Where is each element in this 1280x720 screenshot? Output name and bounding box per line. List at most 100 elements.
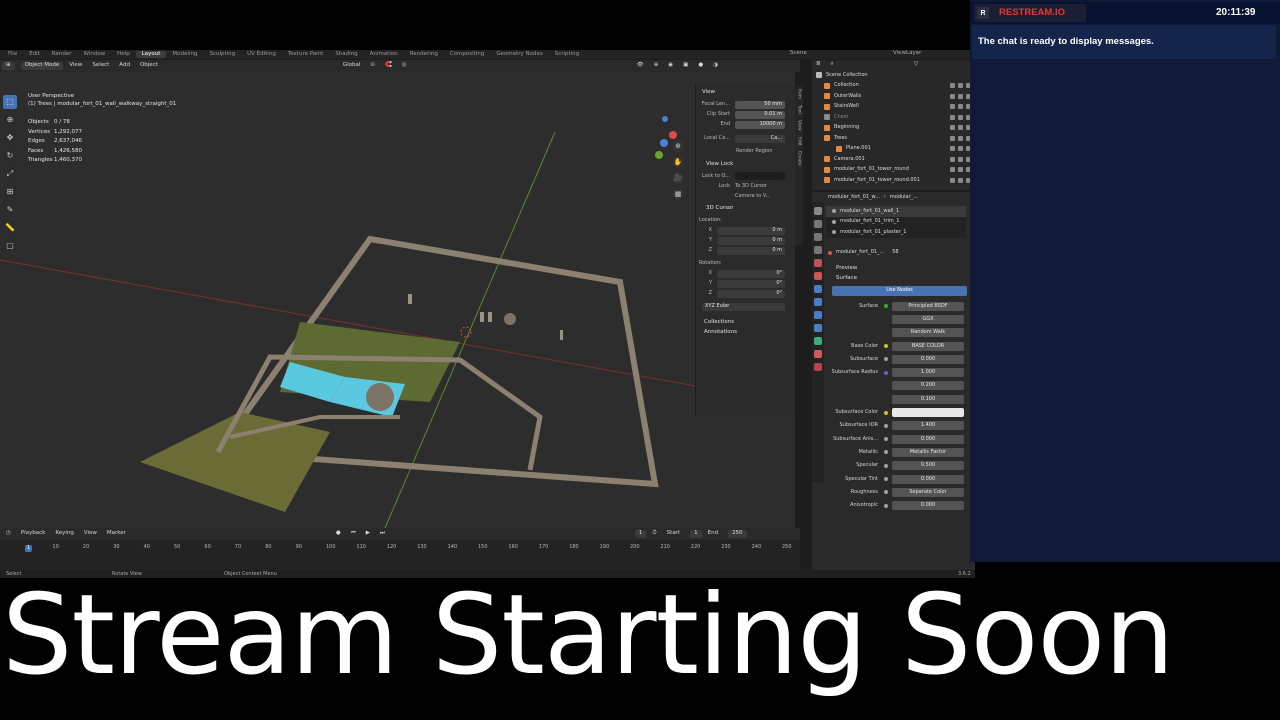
property-value-field[interactable]: BASE COLOR [892, 341, 964, 351]
property-value-field[interactable]: 0.100 [892, 394, 964, 404]
measure-tool-icon[interactable]: 📏 [3, 221, 17, 235]
menu-view[interactable]: View [69, 63, 82, 69]
scale-tool-icon[interactable]: ⤢ [3, 167, 17, 181]
timeline-ruler[interactable]: 1 10 20 30 40 50 60 70 80 90 100 110 120 130 140 150 160… [10, 543, 792, 553]
material-tab-icon[interactable] [814, 350, 822, 358]
workspace-tab[interactable]: Rendering [404, 51, 444, 59]
mode-dropdown[interactable]: Object Mode [20, 62, 64, 70]
start-frame-field[interactable]: 1 [690, 530, 702, 538]
particles-tab-icon[interactable] [814, 311, 822, 319]
outliner-item[interactable]: modular_fort_01_tower_round [812, 165, 975, 176]
tool-tab-icon[interactable] [814, 207, 822, 215]
property-value-field[interactable]: 0.000 [892, 501, 964, 511]
visibility-toggles[interactable] [950, 135, 971, 141]
visibility-toggles[interactable] [950, 156, 971, 162]
property-value-field[interactable]: 0.500 [892, 461, 964, 471]
timeline-editor-icon[interactable]: ◷ [6, 531, 11, 537]
view-layer-tab-icon[interactable] [814, 246, 822, 254]
record-icon[interactable]: ● [336, 531, 341, 537]
property-value-field[interactable]: Separate Color [892, 487, 964, 497]
sidebar-tab[interactable]: Tool [796, 105, 802, 114]
outliner-item[interactable]: StairsWell [812, 102, 975, 113]
lock-object-field[interactable] [735, 172, 785, 180]
property-value-field[interactable] [892, 408, 964, 418]
property-value-field[interactable]: 1.400 [892, 421, 964, 431]
material-slot[interactable]: modular_fort_01_plaster_1 [826, 227, 966, 238]
editor-type-button[interactable]: ⊞ [2, 62, 15, 70]
modifier-tab-icon[interactable] [814, 298, 822, 306]
select-tool-icon[interactable]: ⬚ [3, 95, 17, 109]
workspace-tab[interactable]: Geometry Nodes [490, 51, 548, 59]
visibility-toggles[interactable] [950, 167, 971, 173]
property-value-field[interactable]: Principled BSDF [892, 301, 964, 311]
jump-start-icon[interactable]: ⏮ [351, 531, 356, 537]
workspace-tab[interactable]: Window [77, 51, 111, 59]
texture-tab-icon[interactable] [814, 363, 822, 371]
gizmo-icon[interactable]: ⊕ [654, 63, 659, 69]
rotate-tool-icon[interactable]: ↻ [3, 149, 17, 163]
shading-solid-icon[interactable]: ● [698, 63, 703, 69]
local-camera-field[interactable]: Ca... [735, 134, 785, 143]
physics-tab-icon[interactable] [814, 324, 822, 332]
zoom-icon[interactable]: ⊕ [672, 140, 684, 152]
outliner-item[interactable]: Chest [812, 112, 975, 123]
workspace-tab[interactable]: Modeling [166, 51, 203, 59]
add-cube-tool-icon[interactable]: ▢ [3, 239, 17, 253]
data-tab-icon[interactable] [814, 337, 822, 345]
material-name-field[interactable]: modular_fort_01_... [836, 250, 884, 255]
menu-add[interactable]: Add [119, 63, 130, 69]
scene-selector[interactable]: Scene [790, 50, 807, 57]
workspace-tab[interactable]: Texture Paint [282, 51, 330, 59]
shading-material-icon[interactable]: ◑ [713, 63, 718, 69]
outliner-editor-icon[interactable]: ≣ [816, 62, 821, 68]
ortho-grid-icon[interactable]: ▦ [672, 188, 684, 200]
play-icon[interactable]: ▶ [366, 531, 370, 537]
sidebar-tab[interactable]: Item [796, 89, 802, 99]
outliner-item[interactable]: Collection [812, 81, 975, 92]
orientation-dropdown[interactable]: Global [343, 63, 361, 69]
3d-cursor-section-title[interactable]: 3D Cursor [706, 205, 795, 212]
workspace-tab[interactable]: File [2, 51, 23, 59]
outliner-item[interactable]: Camera.001 [812, 154, 975, 165]
menu-playback[interactable]: Playback [21, 531, 46, 537]
overlay-icon[interactable]: ◉ [668, 63, 673, 69]
3d-viewport[interactable]: User Perspective (1) Trees | modular_for… [0, 72, 795, 528]
breadcrumb-material[interactable]: modular_... [890, 194, 918, 200]
end-frame-field[interactable]: 250 [728, 530, 747, 538]
visibility-icon[interactable]: 👁 [637, 63, 644, 69]
cursor-tool-icon[interactable]: ⊕ [3, 113, 17, 127]
workspace-tab[interactable]: Help [111, 51, 136, 59]
cursor-rot-field[interactable]: 0° [717, 269, 785, 278]
annotate-tool-icon[interactable]: ✎ [3, 203, 17, 217]
workspace-tab[interactable]: Compositing [444, 51, 490, 59]
lock-to-cursor-checkbox[interactable]: To 3D Cursor [735, 183, 767, 189]
outliner-item[interactable]: Beginning [812, 123, 975, 134]
outliner-search-icon[interactable]: ⌕ [831, 62, 834, 68]
xray-icon[interactable]: ▣ [683, 63, 688, 69]
focal-length-field[interactable]: 50 mm [735, 100, 785, 109]
proportional-edit-icon[interactable]: ◎ [402, 63, 407, 69]
menu-timeline-view[interactable]: View [84, 531, 97, 537]
sidebar-tab[interactable]: Edit [796, 137, 802, 146]
visibility-toggles[interactable] [950, 93, 971, 99]
cursor-rot-field[interactable]: 0° [717, 289, 785, 298]
sidebar-tab[interactable]: View [796, 120, 802, 131]
menu-select[interactable]: Select [92, 63, 109, 69]
workspace-tab[interactable]: Layout [135, 50, 167, 59]
snap-icon[interactable]: 🧲 [385, 63, 392, 69]
menu-keying[interactable]: Keying [55, 531, 73, 537]
jump-end-icon[interactable]: ⏭ [380, 531, 385, 537]
outliner-item[interactable]: Trees [812, 133, 975, 144]
material-slot[interactable]: modular_fort_01_wall_1 [826, 206, 966, 217]
stopwatch-icon[interactable]: ⏱ [652, 531, 656, 537]
scene-tab-icon[interactable] [814, 259, 822, 267]
property-value-field[interactable]: 0.000 [892, 354, 964, 364]
menu-marker[interactable]: Marker [107, 531, 126, 537]
cursor-loc-field[interactable]: 0 m [717, 226, 785, 235]
move-tool-icon[interactable]: ✥ [3, 131, 17, 145]
property-value-field[interactable]: 0.000 [892, 474, 964, 484]
view-section-title[interactable]: View [702, 89, 795, 96]
property-value-field[interactable]: 0.200 [892, 381, 964, 391]
annotations-section[interactable]: Annotations [704, 329, 795, 336]
outliner-item[interactable]: modular_fort_01_tower_round.001 [812, 175, 975, 186]
